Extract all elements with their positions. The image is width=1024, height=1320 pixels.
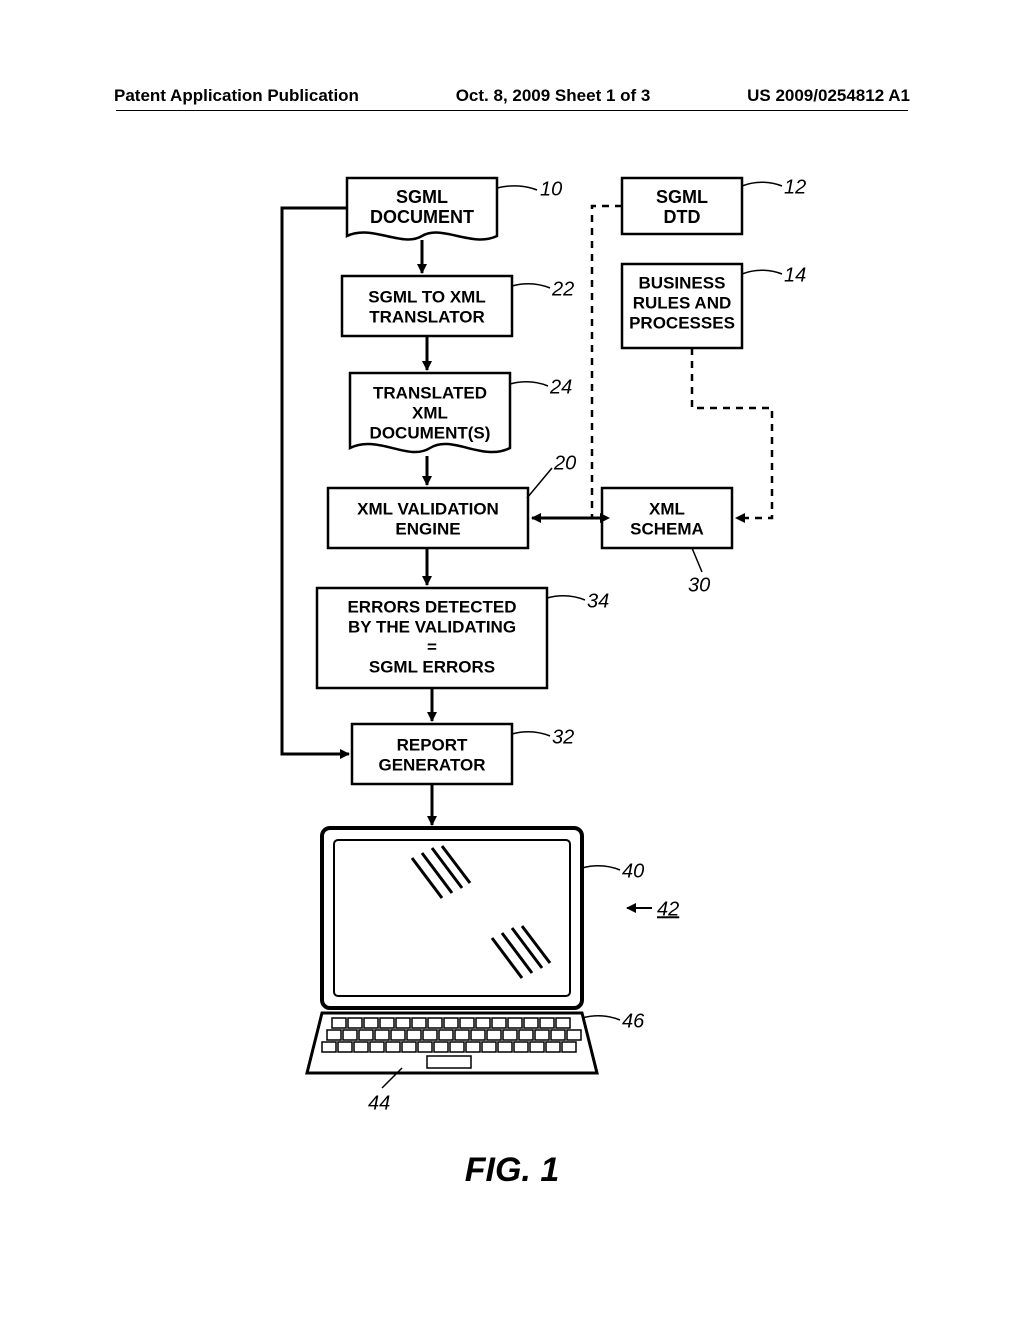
- header-center: Oct. 8, 2009 Sheet 1 of 3: [456, 86, 651, 106]
- ref-22: 22: [551, 278, 574, 300]
- label-errors-l4: SGML ERRORS: [369, 657, 495, 676]
- label-dtd-l1: SGML: [656, 187, 708, 207]
- label-translated-l3: DOCUMENT(S): [370, 423, 491, 442]
- diagram-svg: SGML DOCUMENT SGML DTD BUSINESS RULES AN…: [132, 168, 892, 1168]
- ref-30: 30: [688, 574, 710, 596]
- dashed-dtd-to-schema: [592, 206, 622, 518]
- label-errors-l3: =: [427, 637, 437, 656]
- ref-42: 42: [657, 898, 679, 920]
- label-schema-l2: SCHEMA: [630, 519, 704, 538]
- label-errors-l2: BY THE VALIDATING: [348, 617, 516, 636]
- page: Patent Application Publication Oct. 8, 2…: [0, 0, 1024, 1320]
- laptop-icon: [307, 828, 597, 1073]
- label-report-l1: REPORT: [397, 735, 468, 754]
- ref-20: 20: [553, 452, 576, 474]
- ref-24: 24: [549, 376, 572, 398]
- label-translated-l2: XML: [412, 403, 448, 422]
- label-business-l3: PROCESSES: [629, 313, 735, 332]
- ref-10: 10: [540, 178, 562, 200]
- label-report-l2: GENERATOR: [378, 755, 485, 774]
- ref-46: 46: [622, 1010, 645, 1032]
- ref-14: 14: [784, 264, 806, 286]
- label-validation-l1: XML VALIDATION: [357, 499, 499, 518]
- label-dtd-l2: DTD: [664, 207, 701, 227]
- header-right: US 2009/0254812 A1: [747, 86, 910, 106]
- header-divider: [116, 110, 908, 111]
- ref-44: 44: [368, 1092, 390, 1114]
- figure-1: SGML DOCUMENT SGML DTD BUSINESS RULES AN…: [0, 168, 1024, 1168]
- label-translated-l1: TRANSLATED: [373, 383, 487, 402]
- label-business-l2: RULES AND: [633, 293, 732, 312]
- page-header: Patent Application Publication Oct. 8, 2…: [0, 86, 1024, 106]
- ref-34: 34: [587, 590, 609, 612]
- label-validation-l2: ENGINE: [395, 519, 460, 538]
- header-left: Patent Application Publication: [114, 86, 359, 106]
- label-sgml-doc-l2: DOCUMENT: [370, 207, 474, 227]
- label-sgml-doc-l1: SGML: [396, 187, 448, 207]
- ref-40: 40: [622, 860, 644, 882]
- figure-caption: FIG. 1: [0, 1151, 1024, 1190]
- label-translator-l2: TRANSLATOR: [369, 307, 485, 326]
- label-schema-l1: XML: [649, 499, 685, 518]
- ref-12: 12: [784, 176, 806, 198]
- label-translator-l1: SGML TO XML: [368, 287, 485, 306]
- label-business-l1: BUSINESS: [639, 273, 726, 292]
- label-errors-l1: ERRORS DETECTED: [347, 597, 516, 616]
- ref-32: 32: [552, 726, 574, 748]
